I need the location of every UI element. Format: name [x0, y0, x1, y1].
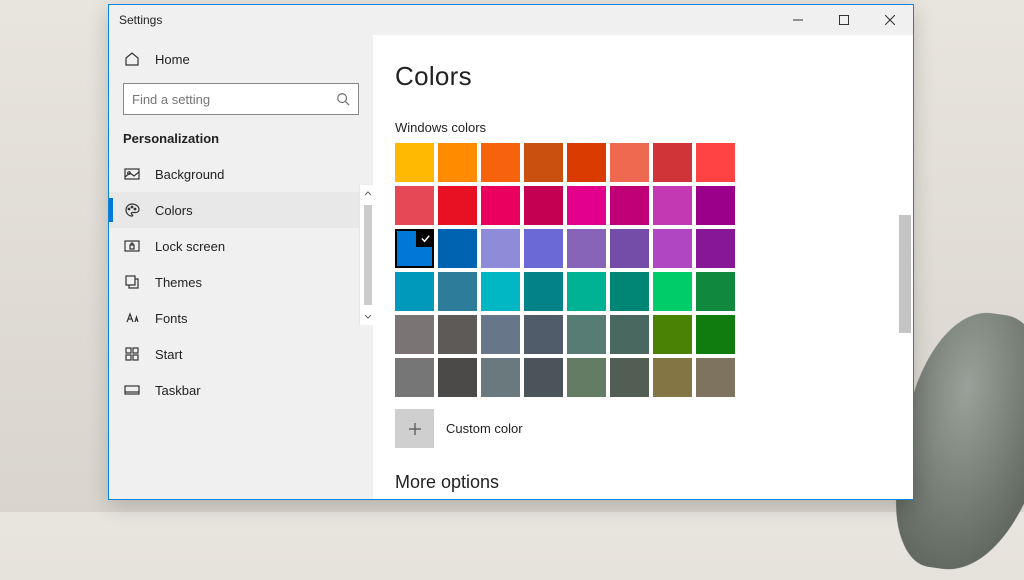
- maximize-icon: [839, 15, 849, 25]
- color-swatch[interactable]: [395, 272, 434, 311]
- sidebar: Home Personalization Background Colors Loc…: [109, 35, 373, 499]
- home-icon: [123, 50, 141, 68]
- home-nav[interactable]: Home: [109, 41, 373, 77]
- main-content: Colors Windows colors Custom color More …: [373, 35, 913, 499]
- color-swatch[interactable]: [610, 272, 649, 311]
- sidebar-item-start[interactable]: Start: [109, 336, 373, 372]
- color-swatch[interactable]: [524, 315, 563, 354]
- lockscreen-icon: [123, 237, 141, 255]
- color-swatch[interactable]: [653, 315, 692, 354]
- color-swatch[interactable]: [653, 358, 692, 397]
- custom-color-button[interactable]: [395, 409, 434, 448]
- sidebar-item-background[interactable]: Background: [109, 156, 373, 192]
- plus-icon: [407, 421, 423, 437]
- color-swatch[interactable]: [567, 358, 606, 397]
- color-swatch[interactable]: [567, 143, 606, 182]
- custom-color-label: Custom color: [446, 421, 523, 436]
- search-input[interactable]: [123, 83, 359, 115]
- color-swatch[interactable]: [438, 143, 477, 182]
- color-swatch[interactable]: [438, 229, 477, 268]
- color-swatch[interactable]: [481, 358, 520, 397]
- color-swatch[interactable]: [481, 186, 520, 225]
- window-title: Settings: [109, 13, 775, 27]
- scrollbar-thumb[interactable]: [899, 215, 911, 333]
- color-swatch[interactable]: [524, 229, 563, 268]
- section-heading: Personalization: [109, 125, 373, 156]
- sidebar-item-label: Background: [155, 167, 224, 182]
- color-swatch[interactable]: [653, 186, 692, 225]
- sidebar-item-themes[interactable]: Themes: [109, 264, 373, 300]
- sidebar-item-label: Colors: [155, 203, 193, 218]
- sidebar-item-label: Fonts: [155, 311, 188, 326]
- sidebar-item-label: Start: [155, 347, 182, 362]
- color-swatch[interactable]: [438, 186, 477, 225]
- color-swatch[interactable]: [481, 315, 520, 354]
- search-icon: [336, 92, 350, 106]
- color-swatch[interactable]: [567, 229, 606, 268]
- sidebar-item-label: Lock screen: [155, 239, 225, 254]
- sidebar-item-label: Themes: [155, 275, 202, 290]
- close-icon: [885, 15, 895, 25]
- settings-window: Settings Home Personali: [108, 4, 914, 500]
- color-swatch[interactable]: [524, 143, 563, 182]
- sidebar-item-label: Taskbar: [155, 383, 201, 398]
- color-swatch[interactable]: [610, 143, 649, 182]
- color-swatch[interactable]: [395, 315, 434, 354]
- picture-icon: [123, 165, 141, 183]
- color-swatch[interactable]: [610, 229, 649, 268]
- color-swatch[interactable]: [481, 229, 520, 268]
- color-swatch[interactable]: [395, 143, 434, 182]
- color-swatch[interactable]: [567, 272, 606, 311]
- color-swatch[interactable]: [696, 315, 735, 354]
- search-field[interactable]: [132, 92, 336, 107]
- color-swatch[interactable]: [395, 229, 434, 268]
- color-swatch[interactable]: [696, 186, 735, 225]
- sidebar-item-colors[interactable]: Colors: [109, 192, 373, 228]
- check-icon: [416, 229, 434, 247]
- color-swatch[interactable]: [567, 315, 606, 354]
- color-swatch[interactable]: [395, 358, 434, 397]
- minimize-icon: [793, 15, 803, 25]
- start-icon: [123, 345, 141, 363]
- more-options-heading: More options: [395, 472, 913, 493]
- color-swatch[interactable]: [438, 358, 477, 397]
- color-swatch[interactable]: [438, 272, 477, 311]
- color-swatch[interactable]: [438, 315, 477, 354]
- sidebar-item-taskbar[interactable]: Taskbar: [109, 372, 373, 408]
- color-swatch[interactable]: [481, 272, 520, 311]
- color-swatch[interactable]: [610, 358, 649, 397]
- color-swatch[interactable]: [653, 229, 692, 268]
- color-swatch[interactable]: [653, 143, 692, 182]
- color-swatch-grid: [395, 143, 735, 397]
- close-button[interactable]: [867, 5, 913, 35]
- minimize-button[interactable]: [775, 5, 821, 35]
- main-scrollbar[interactable]: [897, 35, 913, 499]
- color-swatch[interactable]: [567, 186, 606, 225]
- color-swatch[interactable]: [524, 272, 563, 311]
- color-swatch[interactable]: [696, 358, 735, 397]
- color-swatch[interactable]: [610, 186, 649, 225]
- sidebar-item-lock-screen[interactable]: Lock screen: [109, 228, 373, 264]
- color-swatch[interactable]: [524, 358, 563, 397]
- taskbar-icon: [123, 381, 141, 399]
- palette-icon: [123, 201, 141, 219]
- windows-colors-label: Windows colors: [395, 120, 913, 135]
- sidebar-item-fonts[interactable]: Fonts: [109, 300, 373, 336]
- color-swatch[interactable]: [696, 229, 735, 268]
- color-swatch[interactable]: [524, 186, 563, 225]
- themes-icon: [123, 273, 141, 291]
- color-swatch[interactable]: [653, 272, 692, 311]
- color-swatch[interactable]: [481, 143, 520, 182]
- scrollbar-thumb[interactable]: [364, 205, 372, 305]
- color-swatch[interactable]: [696, 272, 735, 311]
- page-title: Colors: [395, 61, 913, 92]
- home-label: Home: [155, 52, 190, 67]
- color-swatch[interactable]: [696, 143, 735, 182]
- fonts-icon: [123, 309, 141, 327]
- titlebar: Settings: [109, 5, 913, 35]
- color-swatch[interactable]: [610, 315, 649, 354]
- color-swatch[interactable]: [395, 186, 434, 225]
- maximize-button[interactable]: [821, 5, 867, 35]
